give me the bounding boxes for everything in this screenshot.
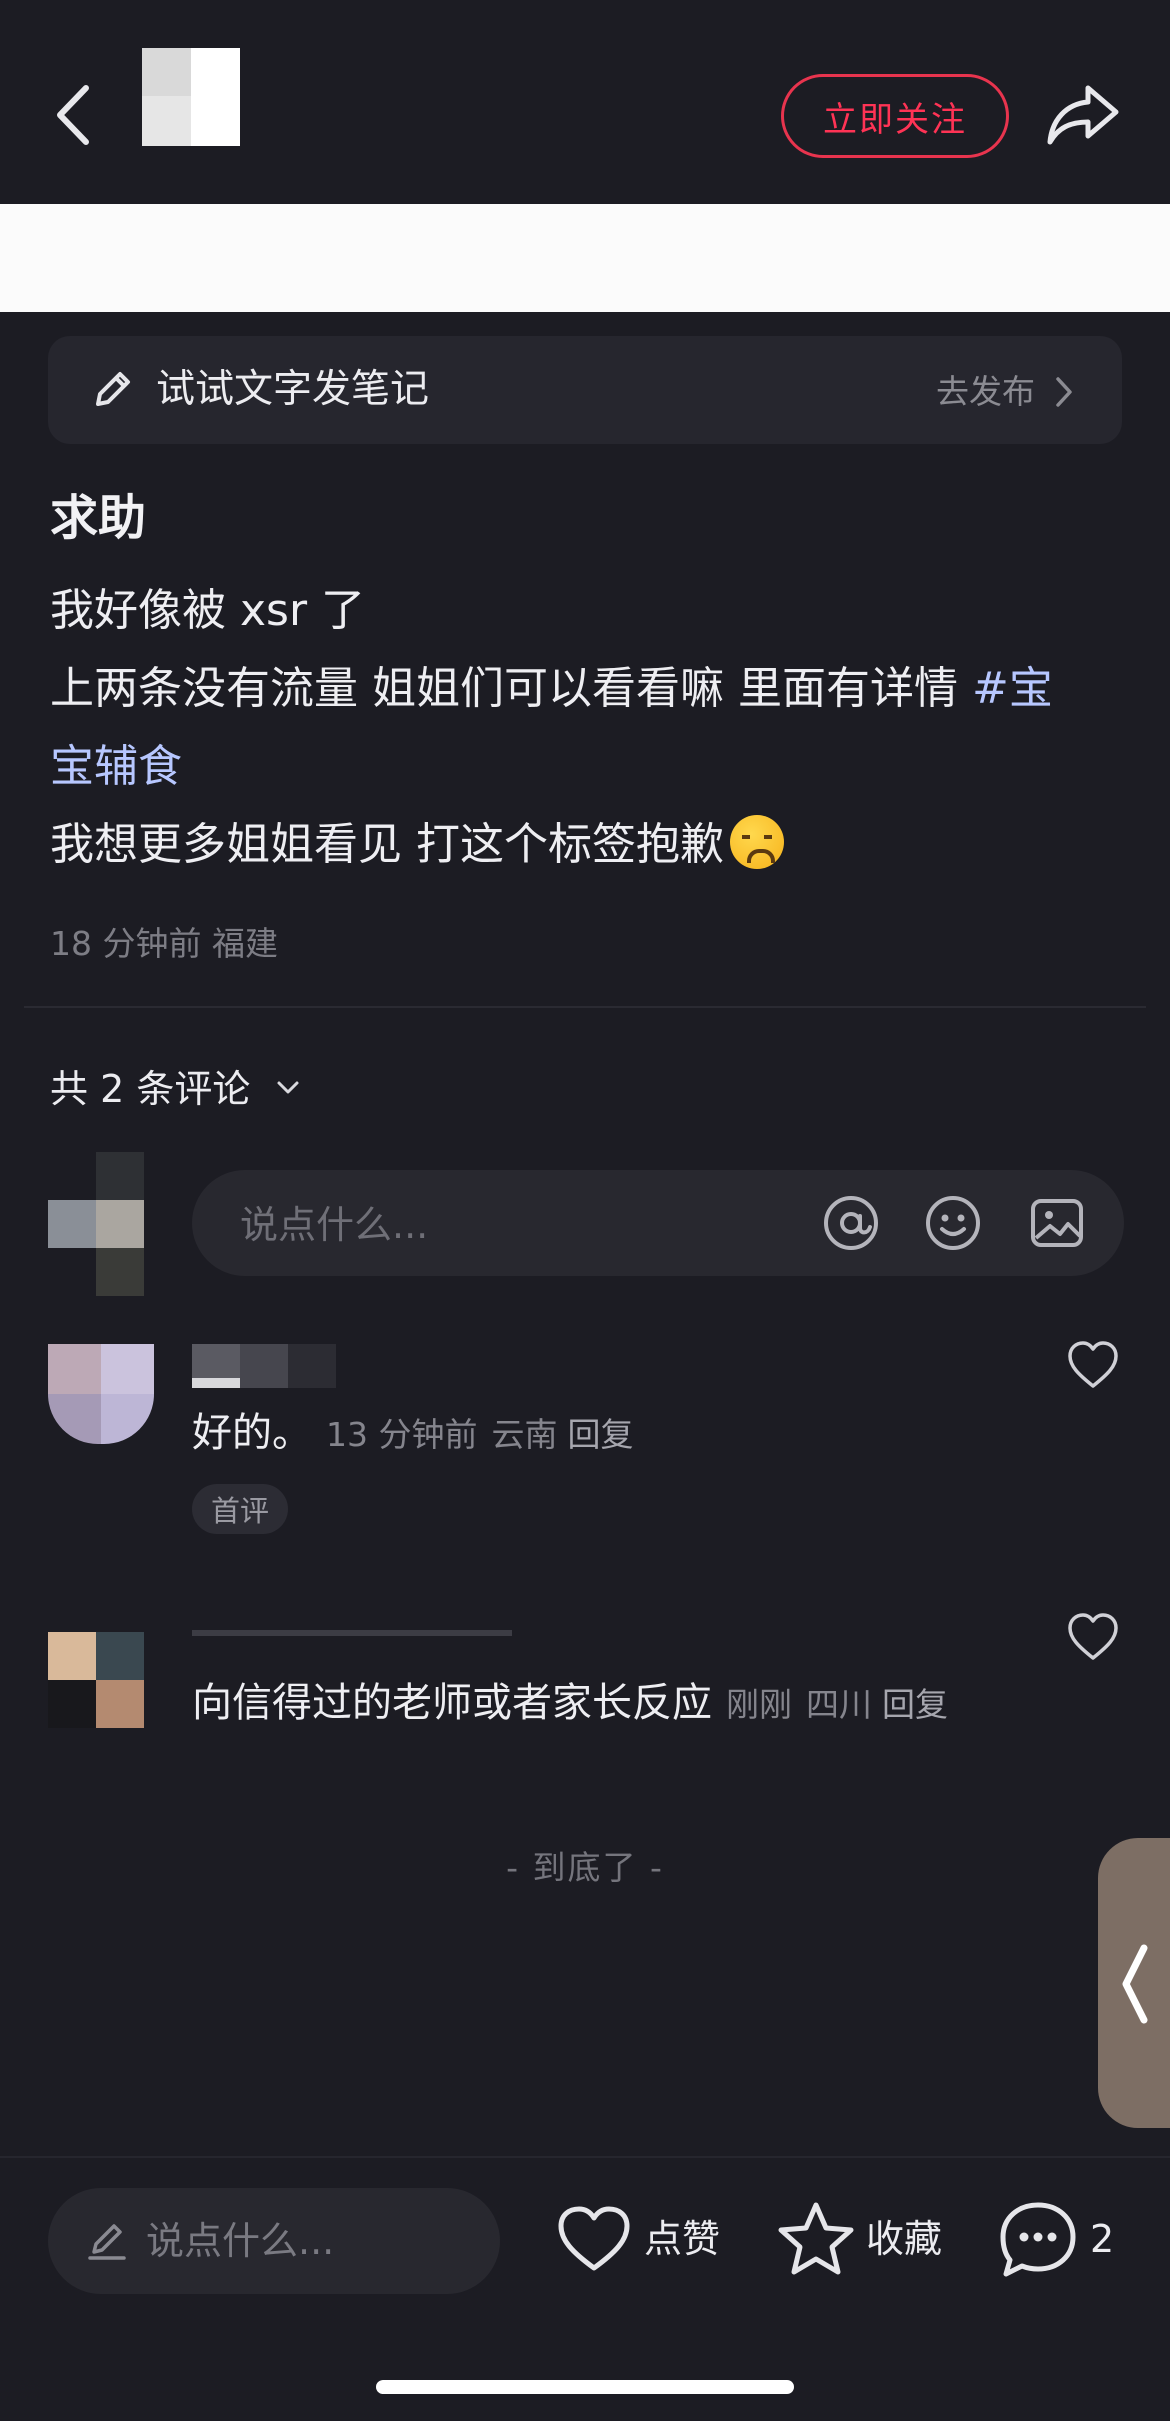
commenter-avatar[interactable] [48, 1632, 144, 1728]
comment-body: 好的。 [192, 1410, 312, 1456]
first-comment-badge: 首评 [192, 1484, 288, 1534]
divider [24, 1006, 1146, 1008]
chevron-left-icon[interactable] [50, 82, 100, 148]
post-body: 我好像被 xsr 了 上两条没有流量 姐姐们可以看看嘛 里面有详情 #宝 宝辅食… [50, 572, 1130, 884]
post-location: 福建 [211, 924, 278, 963]
comment-time: 13 分钟前 [326, 1415, 478, 1454]
comment-location: 四川 [806, 1685, 872, 1724]
post-meta: 18 分钟前 福建 [50, 922, 278, 966]
post-line: 我想更多姐姐看见 打这个标签抱歉 [50, 806, 1130, 884]
my-avatar [48, 1152, 144, 1296]
pencil-icon [96, 372, 130, 406]
pencil-icon [88, 2224, 126, 2260]
comment-count[interactable]: 2 [1090, 2216, 1114, 2262]
comment-location: 云南 [491, 1415, 558, 1454]
comment-text: 向信得过的老师或者家长反应 刚刚 四川 回复 [192, 1676, 948, 1732]
go-publish-link[interactable]: 去发布 [936, 372, 1035, 412]
heart-icon[interactable] [1066, 1612, 1120, 1662]
commenter-name[interactable] [192, 1344, 336, 1388]
post-image-area[interactable] [0, 204, 1170, 312]
hashtag-link[interactable]: 宝辅食 [50, 741, 182, 792]
heart-icon[interactable] [556, 2204, 632, 2274]
chevron-right-icon [1056, 377, 1072, 407]
chevron-left-icon [1122, 1944, 1148, 2024]
bottom-input-placeholder: 说点什么... [146, 2219, 335, 2263]
share-arrow-icon[interactable] [1046, 82, 1120, 148]
comment-input-placeholder: 说点什么... [240, 1203, 429, 1247]
post-line: 宝辅食 [50, 728, 1130, 806]
like-button-label[interactable]: 点赞 [644, 2216, 720, 2262]
collect-button-label[interactable]: 收藏 [866, 2216, 942, 2262]
heart-icon[interactable] [1066, 1340, 1120, 1390]
comment-body: 向信得过的老师或者家长反应 [192, 1680, 712, 1726]
at-mention-icon[interactable] [822, 1194, 880, 1252]
comment-time: 刚刚 [726, 1685, 792, 1724]
star-icon[interactable] [776, 2200, 856, 2278]
follow-button[interactable]: 立即关注 [781, 74, 1009, 158]
chevron-down-icon[interactable] [274, 1076, 302, 1100]
post-title: 求助 [50, 490, 147, 546]
reply-button[interactable]: 回复 [882, 1685, 948, 1724]
hashtag-link[interactable]: #宝 [972, 663, 1053, 714]
commenter-name[interactable] [192, 1628, 512, 1638]
author-avatar[interactable] [142, 48, 240, 146]
comment-text: 好的。 13 分钟前 云南 回复 [192, 1406, 633, 1462]
emoji-icon[interactable] [924, 1194, 982, 1252]
disappointed-face-emoji [730, 815, 784, 869]
try-banner-label: 试试文字发笔记 [156, 367, 430, 412]
home-indicator [376, 2380, 794, 2394]
commenter-avatar[interactable] [48, 1344, 154, 1444]
divider [0, 2156, 1170, 2158]
comment-count-sort[interactable]: 共 2 条评论 [50, 1064, 250, 1114]
reply-button[interactable]: 回复 [567, 1415, 633, 1454]
image-icon[interactable] [1028, 1194, 1086, 1252]
post-line: 我好像被 xsr 了 [50, 585, 366, 636]
post-line-text: 上两条没有流量 姐姐们可以看看嘛 里面有详情 [50, 663, 972, 714]
comment-bubble-icon[interactable] [998, 2200, 1078, 2280]
post-time: 18 分钟前 [50, 924, 202, 963]
end-of-list-label: - 到底了 - [506, 1848, 664, 1887]
post-line-text: 我想更多姐姐看见 打这个标签抱歉 [50, 819, 724, 870]
post-line: 上两条没有流量 姐姐们可以看看嘛 里面有详情 #宝 [50, 650, 1130, 728]
